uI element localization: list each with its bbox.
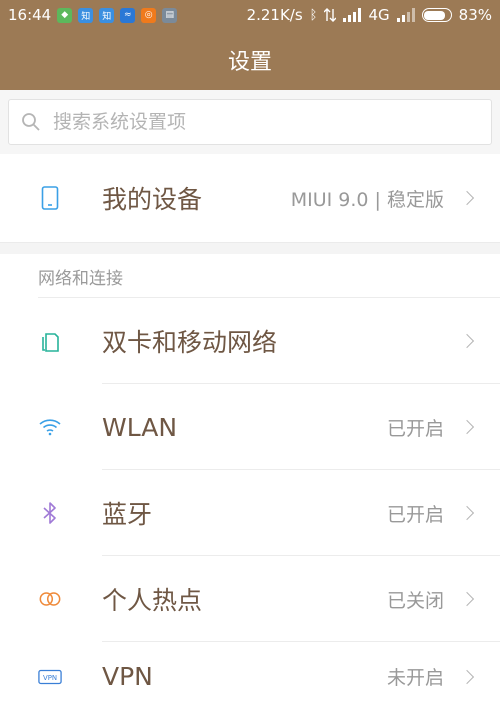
bluetooth-icon <box>38 501 62 525</box>
hotspot-label: 个人热点 <box>102 586 203 615</box>
signal-icon <box>343 8 362 22</box>
section-gap <box>0 242 500 254</box>
my-device-row[interactable]: 我的设备 MIUI 9.0 | 稳定版 <box>0 154 500 242</box>
zhihu-app-icon-2: 知 <box>99 7 115 23</box>
chevron-right-icon <box>459 333 475 349</box>
bluetooth-row[interactable]: 蓝牙 已开启 <box>0 470 500 556</box>
vpn-label: VPN <box>102 662 153 691</box>
battery-icon <box>421 8 452 22</box>
page-title: 设置 <box>227 50 272 75</box>
hotspot-row[interactable]: 个人热点 已关闭 <box>0 556 500 642</box>
signal-icon-2 <box>396 8 415 22</box>
search-icon <box>22 113 40 131</box>
status-time: 16:44 <box>8 6 52 24</box>
search-box[interactable] <box>8 99 492 145</box>
vpn-status: 未开启 <box>386 667 444 689</box>
status-bar: 16:44 ◆ 知 知 ≈ ◎ ▤ 2.21K/s ᛒ 4G 83% <box>0 0 500 30</box>
hotspot-icon <box>38 587 62 611</box>
wlan-status: 已开启 <box>386 417 444 440</box>
chevron-right-icon <box>459 505 475 521</box>
vpn-row[interactable]: VPN VPN 未开启 <box>0 642 500 711</box>
dual-sim-label: 双卡和移动网络 <box>102 328 278 357</box>
bluetooth-status: 已开启 <box>386 503 444 526</box>
bluetooth-label: 蓝牙 <box>102 500 153 529</box>
svg-text:VPN: VPN <box>43 674 57 682</box>
network-type: 4G <box>368 6 390 24</box>
my-device-label: 我的设备 <box>102 185 203 214</box>
hotspot-status: 已关闭 <box>386 589 444 612</box>
network-section-header: 网络和连接 <box>0 254 500 298</box>
wifi-icon <box>38 415 62 439</box>
battery-fill <box>424 10 445 20</box>
my-device-value: MIUI 9.0 | 稳定版 <box>290 188 444 211</box>
search-area <box>0 90 500 154</box>
shield-app-icon: ◆ <box>57 7 73 23</box>
network-speed: 2.21K/s <box>246 6 303 24</box>
weibo-app-icon: ◎ <box>141 7 157 23</box>
status-right: 2.21K/s ᛒ 4G 83% <box>247 6 492 24</box>
message-app-icon: ▤ <box>162 7 178 23</box>
phone-icon <box>38 186 62 210</box>
section-title: 网络和连接 <box>38 269 123 289</box>
status-left: 16:44 ◆ 知 知 ≈ ◎ ▤ <box>8 6 178 24</box>
sync-app-icon: ≈ <box>120 7 136 23</box>
search-input[interactable] <box>53 111 453 133</box>
bluetooth-status-icon: ᛒ <box>309 7 318 23</box>
chevron-right-icon <box>459 190 475 206</box>
battery-percent: 83% <box>458 6 492 24</box>
wlan-row[interactable]: WLAN 已开启 <box>0 384 500 470</box>
chevron-right-icon <box>459 419 475 435</box>
chevron-right-icon <box>459 669 475 684</box>
wlan-label: WLAN <box>102 412 178 442</box>
vpn-icon: VPN <box>38 665 62 689</box>
chevron-right-icon <box>459 591 475 607</box>
zhihu-app-icon: 知 <box>78 7 94 23</box>
title-bar: 设置 <box>0 30 500 90</box>
dual-sim-icon <box>38 329 62 353</box>
data-arrows-icon <box>324 8 337 22</box>
dual-sim-row[interactable]: 双卡和移动网络 <box>0 298 500 384</box>
